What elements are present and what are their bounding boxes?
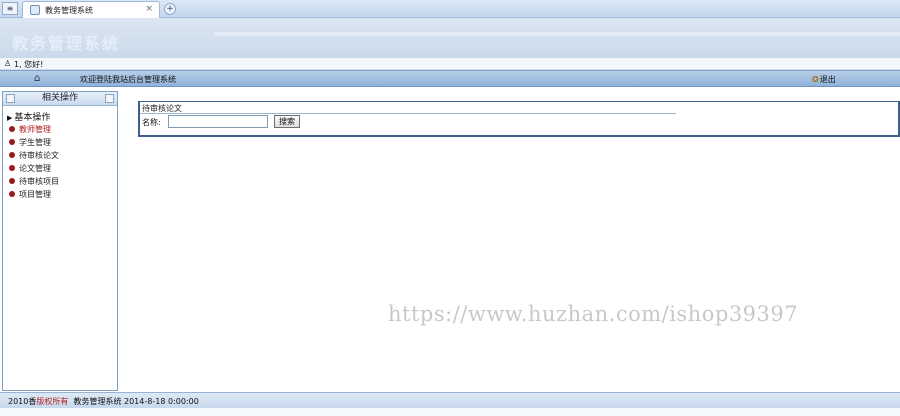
watermark-text: https://www.huzhan.com/ishop39397: [388, 302, 799, 326]
sidebar-header: 相关操作: [3, 92, 117, 106]
footer-timestamp: 2014-8-18 0:00:00: [124, 397, 199, 406]
browser-tab-title: 教务管理系统: [45, 6, 93, 15]
sidebar-item-paper[interactable]: 论文管理: [3, 162, 117, 175]
bullet-icon: [9, 165, 15, 171]
status-strip: [0, 408, 900, 416]
bullet-icon: [9, 178, 15, 184]
sidebar-group-label: 基本操作: [14, 113, 51, 123]
bullet-icon: [9, 139, 15, 145]
sidebar: 相关操作 ▶ 基本操作 教师管理 学生管理 待审核论文 论文管理 待审核项目 项目…: [2, 91, 118, 391]
sidebar-item-label: 项目管理: [19, 190, 51, 199]
close-tab-icon[interactable]: ×: [145, 4, 153, 14]
sidebar-item-project[interactable]: 项目管理: [3, 188, 117, 201]
home-icon[interactable]: ⌂: [34, 73, 40, 84]
banner-decoration: [214, 32, 900, 36]
footer: 2010香版权所有 教务管理系统 2014-8-18 0:00:00: [0, 392, 900, 408]
new-tab-icon[interactable]: +: [164, 3, 176, 15]
sidebar-item-teacher[interactable]: 教师管理: [3, 123, 117, 136]
logout-link[interactable]: ✪退出: [812, 74, 836, 85]
logout-label: 退出: [819, 75, 836, 84]
bullet-icon: [9, 191, 15, 197]
sidebar-expand-icon[interactable]: [105, 94, 114, 103]
sidebar-item-pending-project[interactable]: 待审核项目: [3, 175, 117, 188]
search-input[interactable]: [168, 115, 268, 128]
sidebar-item-pending-paper[interactable]: 待审核论文: [3, 149, 117, 162]
sidebar-group[interactable]: ▶ 基本操作: [3, 106, 117, 123]
search-panel: 待审核论文 名称: 搜索: [138, 101, 900, 137]
sidebar-item-label: 学生管理: [19, 138, 51, 147]
footer-year: 2010: [8, 397, 29, 406]
sidebar-item-label: 教师管理: [19, 125, 51, 134]
bullet-icon: [9, 152, 15, 158]
banner-title: 教务管理系统: [12, 34, 121, 53]
sidebar-item-student[interactable]: 学生管理: [3, 136, 117, 149]
browser-tab-bar: ≡ 教务管理系统 × +: [0, 0, 900, 18]
triangle-right-icon: ▶: [7, 114, 13, 122]
sidebar-item-label: 待审核项目: [19, 177, 59, 186]
search-label: 名称:: [142, 118, 161, 127]
sidebar-item-label: 论文管理: [19, 164, 51, 173]
footer-text: 2010香版权所有 教务管理系统 2014-8-18 0:00:00: [8, 396, 199, 407]
main-content: 待审核论文 名称: 搜索: [122, 91, 900, 391]
panel-divider: [140, 113, 676, 114]
user-bar: ♙ 1, 您好!: [0, 58, 900, 70]
footer-system-name: 教务管理系统: [73, 397, 122, 406]
page-favicon-icon: [30, 5, 40, 15]
user-icon: ♙: [4, 59, 12, 68]
sidebar-collapse-icon[interactable]: [6, 94, 15, 103]
welcome-text: 欢迎登陆我站后台管理系统: [80, 75, 176, 84]
footer-copyright: 版权所有: [36, 397, 69, 406]
browser-tab[interactable]: 教务管理系统 ×: [22, 1, 160, 18]
user-greeting: 1, 您好!: [14, 60, 44, 69]
logout-icon: ✪: [812, 75, 819, 84]
search-button[interactable]: 搜索: [274, 115, 300, 128]
top-nav-bar: ⌂ 欢迎登陆我站后台管理系统 ✪退出: [0, 70, 900, 87]
sidebar-item-label: 待审核论文: [19, 151, 59, 160]
bullet-icon: [9, 126, 15, 132]
site-banner: 教务管理系统: [0, 18, 900, 58]
browser-menu-icon[interactable]: ≡: [2, 2, 18, 15]
sidebar-header-label: 相关操作: [41, 93, 78, 103]
